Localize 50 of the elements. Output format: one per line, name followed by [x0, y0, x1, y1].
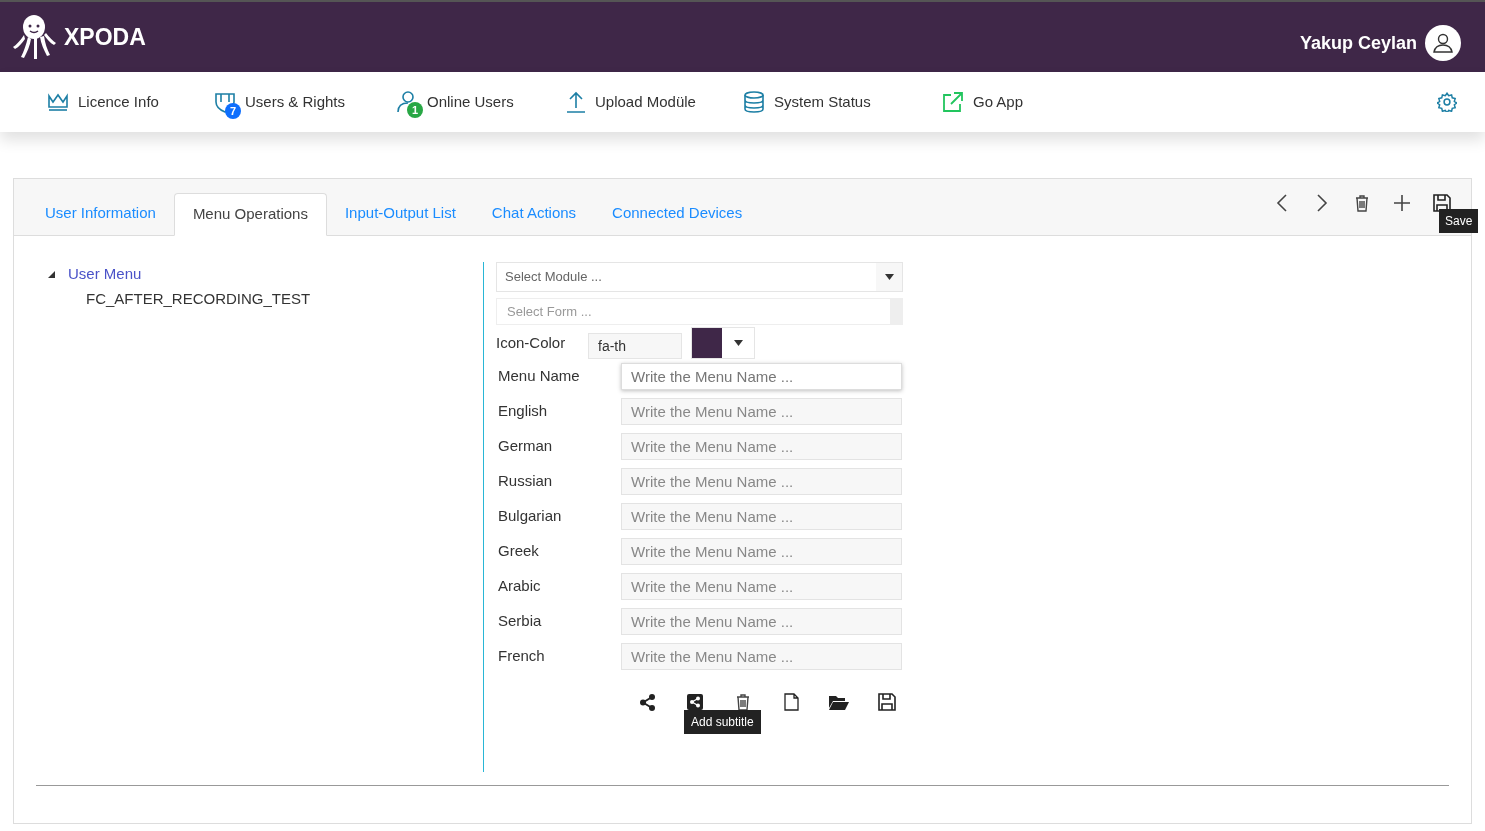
tree-item[interactable]: User Menu — [68, 263, 142, 286]
field-label: Arabic — [498, 576, 542, 597]
dropdown-caret-icon — [884, 274, 894, 280]
field-label: English — [498, 401, 549, 422]
field-label: Icon-Color — [496, 332, 567, 353]
icon-field[interactable]: fa-th — [588, 333, 682, 359]
count-badge: 1 — [407, 102, 423, 118]
menu-name-field[interactable]: Write the Menu Name ... — [621, 363, 902, 390]
menu-name-field[interactable]: Write the Menu Name ... — [621, 608, 902, 635]
crown-icon — [47, 92, 69, 112]
menu-name-field[interactable]: Write the Menu Name ... — [621, 538, 902, 565]
avatar-icon[interactable] — [1425, 25, 1461, 61]
menu-name-field[interactable]: Write the Menu Name ... — [621, 468, 902, 495]
menu-name-field[interactable]: Write the Menu Name ... — [621, 433, 902, 460]
menu-name-field[interactable]: Write the Menu Name ... — [621, 398, 902, 425]
tooltip: Save — [1439, 209, 1479, 233]
color-picker[interactable] — [691, 327, 755, 359]
settings-icon[interactable] — [1437, 92, 1457, 112]
plus-icon[interactable] — [1393, 193, 1411, 213]
brand-name: XPODA — [64, 22, 146, 52]
field-label: Menu Name — [498, 366, 581, 387]
share-icon[interactable] — [637, 692, 657, 712]
trash-icon[interactable] — [1353, 193, 1371, 213]
share-square-icon[interactable] — [685, 692, 705, 712]
save-icon[interactable] — [877, 692, 897, 712]
nav-link[interactable]: System Status — [743, 90, 942, 114]
tooltip: Add subtitle — [684, 710, 761, 734]
field-label: German — [498, 436, 554, 457]
nav-link[interactable]: Upload Modüle — [566, 90, 743, 114]
field-label: Greek — [498, 541, 540, 562]
nav-link[interactable]: Go App — [942, 90, 1062, 114]
field-label: Russian — [498, 471, 554, 492]
module-select[interactable]: Select Module ... — [496, 262, 903, 292]
upload-icon — [566, 91, 586, 113]
dropdown-caret-icon — [733, 340, 743, 346]
tree-item[interactable]: FC_AFTER_RECORDING_TEST — [86, 288, 311, 311]
user-name: Yakup Ceylan — [1299, 31, 1417, 55]
external-link-icon — [942, 91, 964, 113]
nav-link[interactable]: Licence Info — [47, 90, 214, 114]
menu-name-field[interactable]: Write the Menu Name ... — [621, 643, 902, 670]
database-icon — [743, 91, 765, 113]
field-label: Serbia — [498, 611, 543, 632]
file-icon[interactable] — [781, 692, 801, 712]
menu-name-field[interactable]: Write the Menu Name ... — [621, 573, 902, 600]
count-badge: 7 — [225, 103, 241, 119]
field-label: French — [498, 646, 546, 667]
octopus-logo-icon — [12, 13, 56, 61]
menu-name-field[interactable]: Write the Menu Name ... — [621, 503, 902, 530]
tab[interactable]: Menu Operations — [173, 193, 327, 236]
field-label: Bulgarian — [498, 506, 563, 527]
